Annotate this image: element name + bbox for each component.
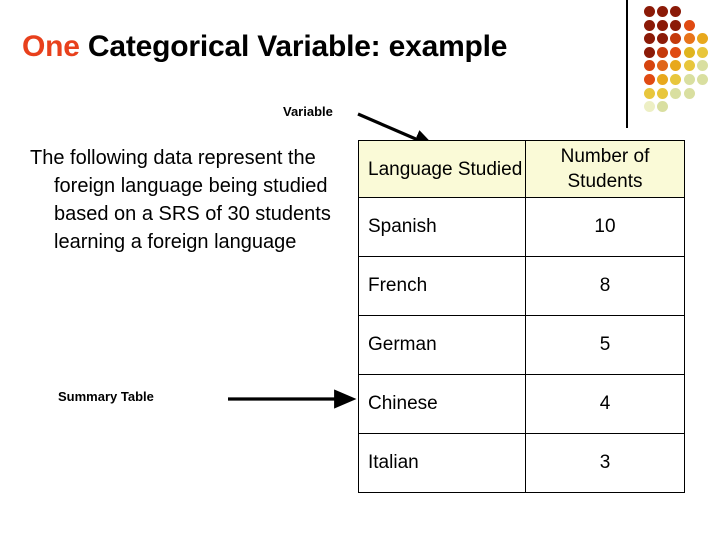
cell-count: 3 bbox=[525, 433, 685, 493]
decoration-dot bbox=[670, 19, 682, 31]
column-header-language: Language Studied bbox=[358, 140, 526, 198]
decoration-dot bbox=[696, 74, 708, 85]
decoration-dot bbox=[670, 60, 682, 72]
decoration-dot bbox=[683, 19, 695, 31]
decoration-dot bbox=[644, 101, 655, 113]
dot-grid-decoration bbox=[644, 6, 714, 118]
decoration-dot bbox=[644, 19, 655, 31]
decoration-dot bbox=[644, 87, 655, 99]
cell-count: 4 bbox=[525, 374, 685, 434]
decoration-dot bbox=[683, 33, 695, 45]
cell-language: Spanish bbox=[358, 197, 526, 257]
table-row: Spanish 10 bbox=[358, 197, 685, 257]
table-row: Chinese 4 bbox=[358, 374, 685, 434]
decoration-dot bbox=[670, 87, 682, 99]
cell-language: Italian bbox=[358, 433, 526, 493]
decoration-dot bbox=[683, 46, 695, 58]
decoration-dot bbox=[696, 46, 708, 58]
decoration-dot bbox=[657, 19, 669, 31]
decoration-dot bbox=[644, 74, 655, 85]
decoration-dot bbox=[683, 87, 695, 99]
table-row: Italian 3 bbox=[358, 433, 685, 493]
decoration-dot bbox=[670, 46, 682, 58]
decoration-dot bbox=[670, 33, 682, 45]
decoration-dot bbox=[670, 6, 682, 17]
callout-label-summary-table: Summary Table bbox=[58, 389, 154, 404]
decoration-dot bbox=[644, 46, 655, 58]
decoration-dot bbox=[657, 74, 669, 85]
callout-label-variable: Variable bbox=[283, 104, 333, 119]
decoration-dot bbox=[657, 33, 669, 45]
slide: One Categorical Variable: example The fo… bbox=[0, 0, 720, 540]
decoration-dot bbox=[670, 74, 682, 85]
title-accent-word: One bbox=[22, 30, 80, 63]
page-title: One Categorical Variable: example bbox=[22, 30, 507, 64]
vertical-divider bbox=[626, 0, 628, 128]
cell-count: 10 bbox=[525, 197, 685, 257]
title-rest: Categorical Variable: example bbox=[79, 30, 508, 63]
decoration-dot bbox=[657, 101, 669, 113]
cell-count: 5 bbox=[525, 315, 685, 375]
decoration-dot bbox=[644, 33, 655, 45]
decoration-dot bbox=[696, 33, 708, 45]
decoration-dot bbox=[644, 6, 655, 17]
table-header-row: Language Studied Number of Students bbox=[358, 140, 685, 198]
decoration-dot bbox=[657, 6, 669, 17]
cell-language: French bbox=[358, 256, 526, 316]
decoration-dot bbox=[657, 60, 669, 72]
cell-language: Chinese bbox=[358, 374, 526, 434]
decoration-dot bbox=[696, 60, 708, 72]
body-paragraph: The following data represent the foreign… bbox=[30, 147, 331, 253]
cell-count: 8 bbox=[525, 256, 685, 316]
table-row: French 8 bbox=[358, 256, 685, 316]
summary-table: Language Studied Number of Students Span… bbox=[358, 140, 685, 493]
decoration-dot bbox=[657, 46, 669, 58]
decoration-dot bbox=[683, 74, 695, 85]
cell-language: German bbox=[358, 315, 526, 375]
decoration-dot bbox=[657, 87, 669, 99]
column-header-count: Number of Students bbox=[525, 140, 685, 198]
decoration-dot bbox=[644, 60, 655, 72]
table-row: German 5 bbox=[358, 315, 685, 375]
decoration-dot bbox=[683, 60, 695, 72]
